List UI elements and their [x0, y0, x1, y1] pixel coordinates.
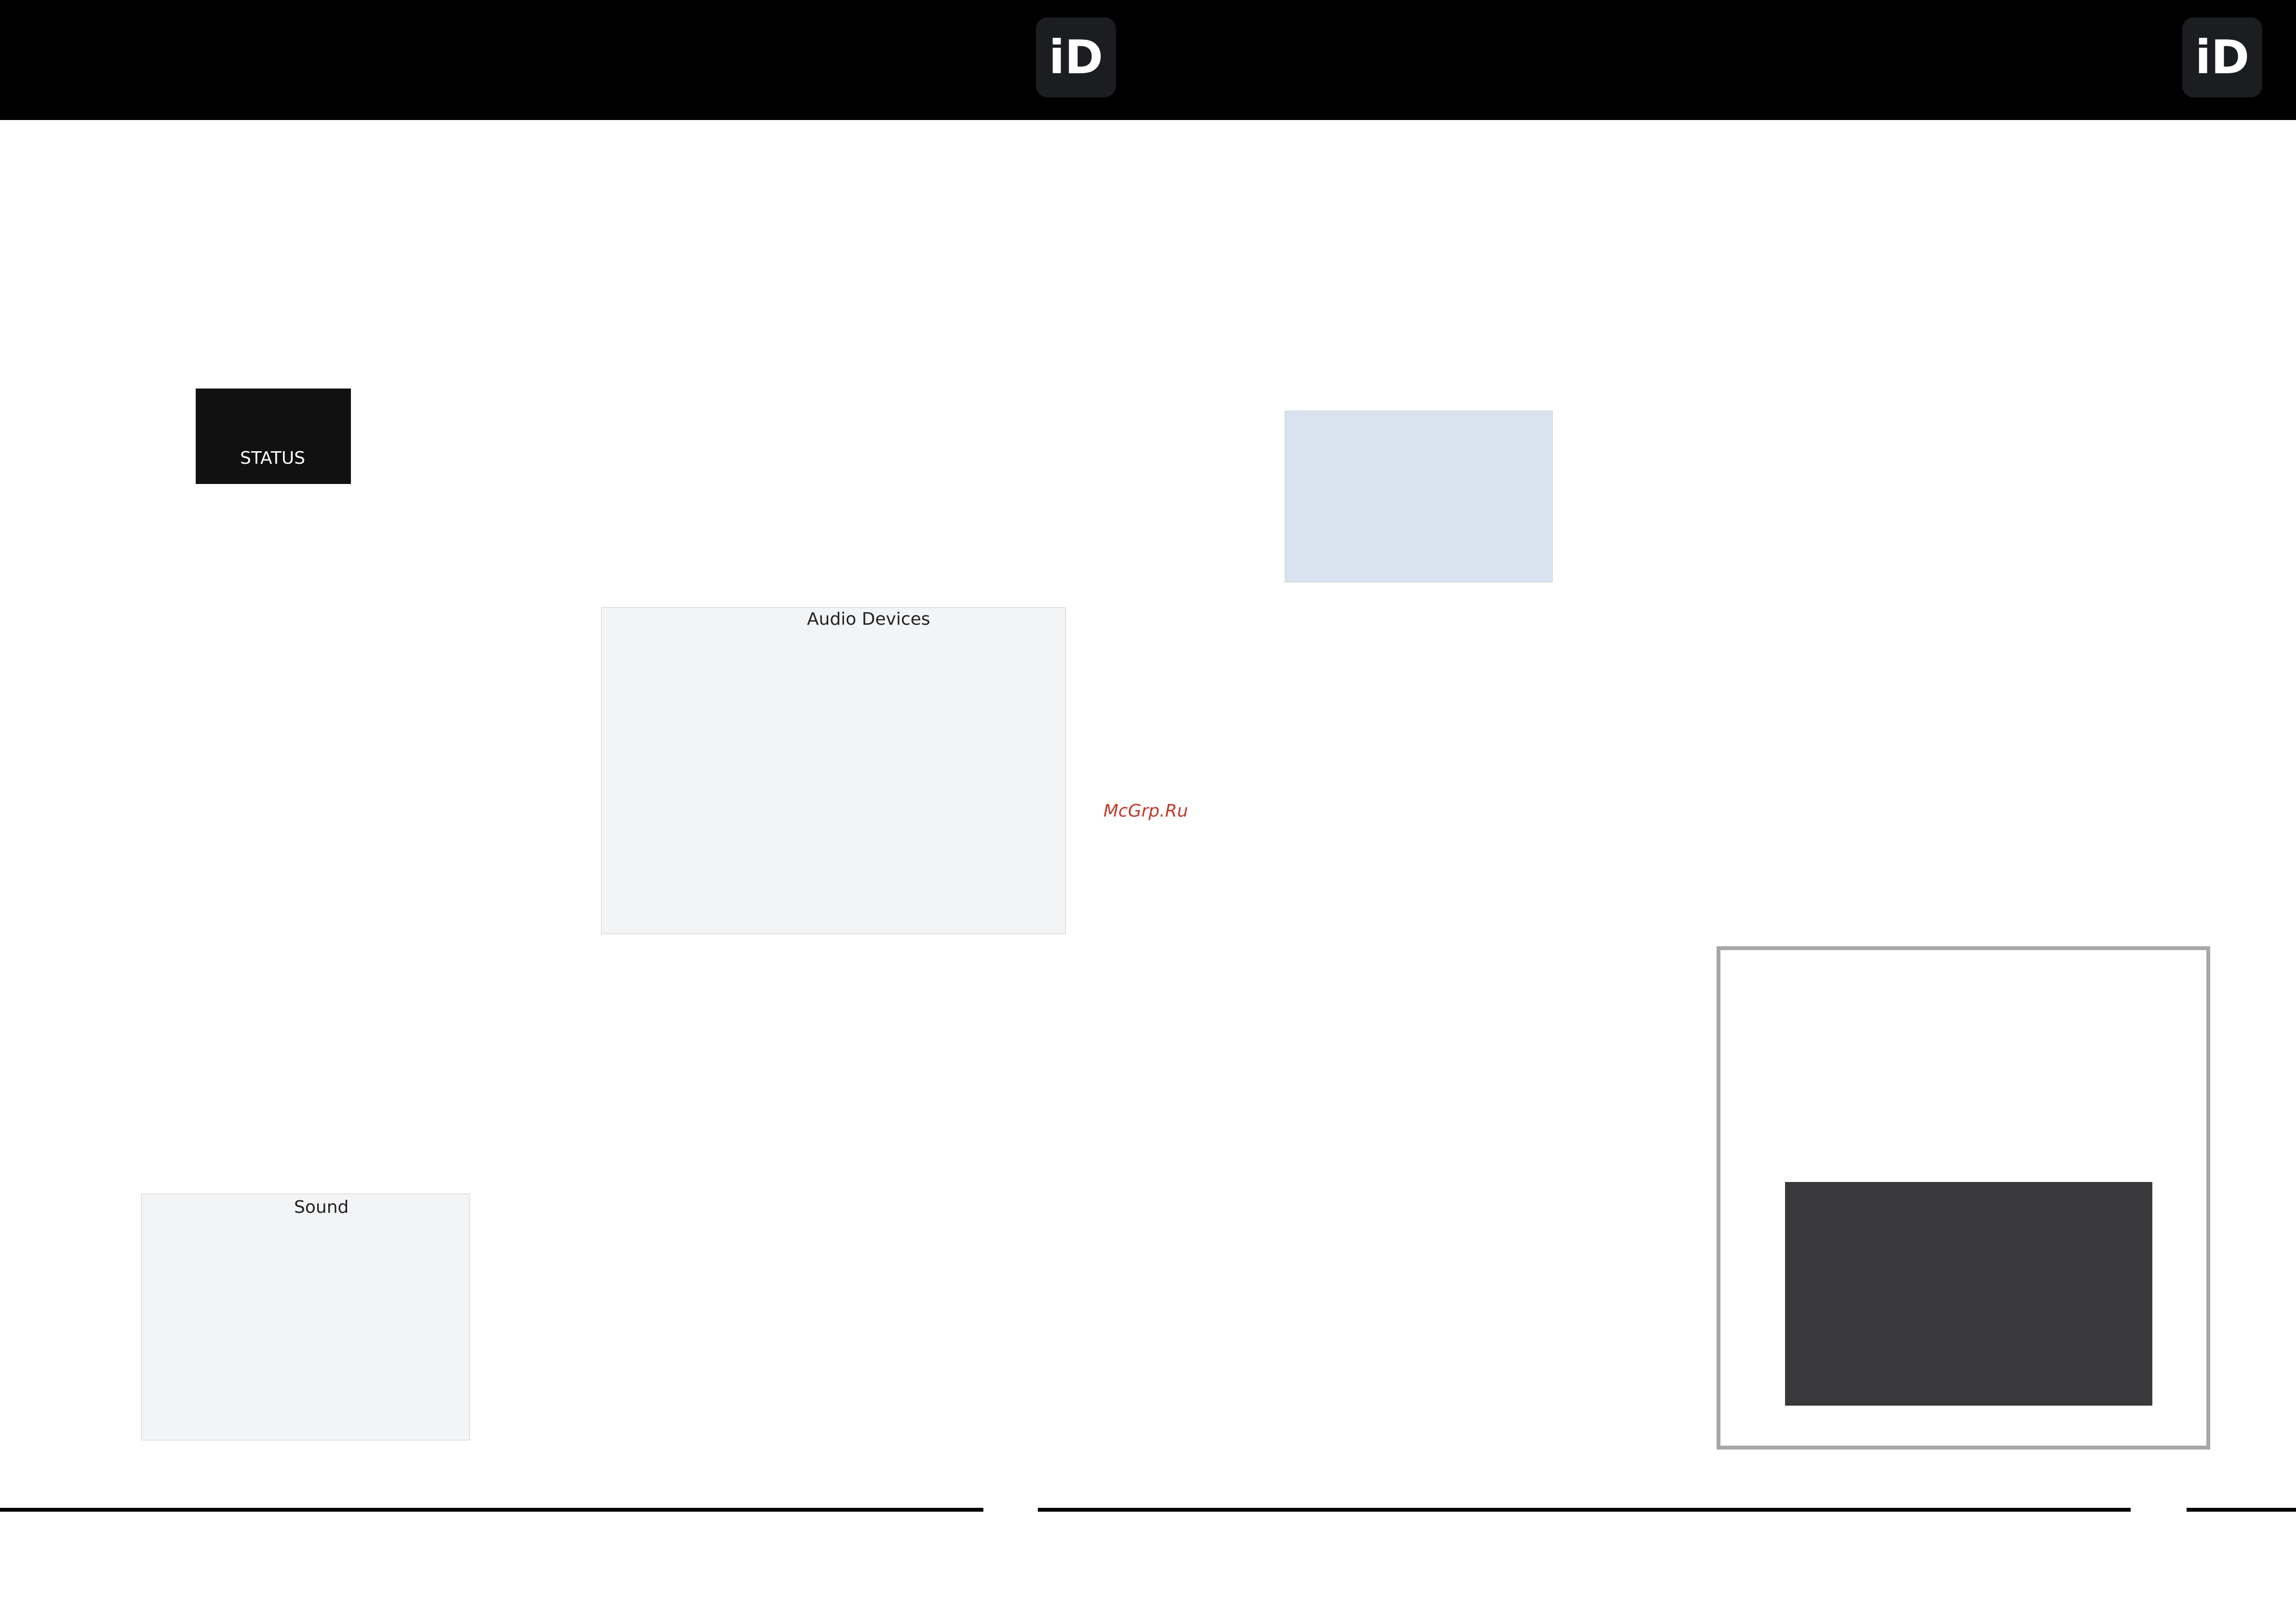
menu-bar-dropdown [1285, 411, 1553, 582]
dock-context-menu [1785, 1182, 2152, 1406]
status-panel [196, 389, 351, 484]
id-logo-left: iD [1036, 17, 1116, 97]
footer-rule-middle [1038, 1508, 2131, 1512]
top-bar [0, 0, 2296, 120]
id-logo-right: iD [2182, 17, 2262, 97]
footer-rule-right [2187, 1508, 2296, 1512]
footer-rule-left [0, 1508, 983, 1512]
sound-window-title: Sound [294, 1197, 349, 1217]
watermark: McGrp.Ru [1103, 801, 1188, 821]
sound-window [141, 1194, 470, 1440]
audio-devices-title: Audio Devices [807, 609, 930, 629]
audio-devices-window [601, 607, 1066, 934]
status-label: STATUS [240, 448, 306, 468]
